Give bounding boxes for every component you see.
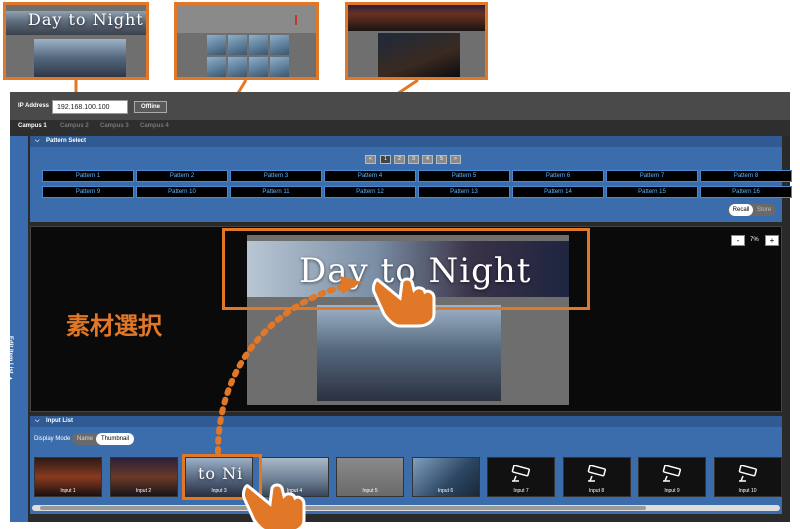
hand-cursor-icon xyxy=(372,277,436,328)
hand-cursor-icon xyxy=(242,483,306,529)
annotation-text: 素材選択 xyxy=(66,312,162,340)
drag-arrow xyxy=(215,276,362,455)
